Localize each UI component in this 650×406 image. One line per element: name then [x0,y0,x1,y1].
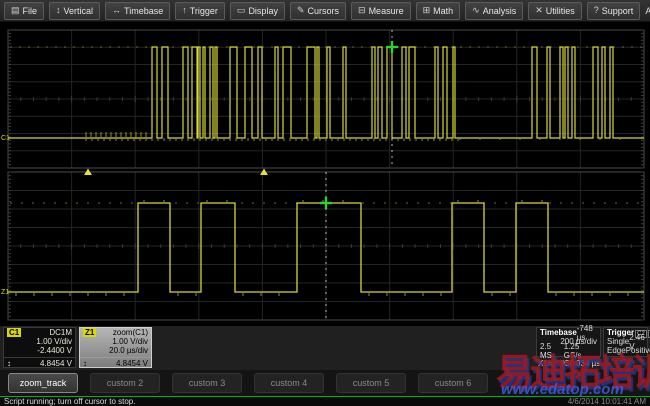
support-icon: ? [593,5,599,15]
timebase-descriptor[interactable]: Timebase -748 µs 200 µs/div 2.5 MS 1.25 … [536,324,601,360]
trigger-mode: Single [607,337,630,346]
file-icon: ▤ [11,5,20,15]
menu-bar: ▤ File ↕ Vertical ↔ Timebase ↑ Trigger ▭ Display ✎… [0,0,650,22]
timebase-rate: 1.25 GS/s [563,341,582,360]
scope-grids: C1 Z1 [1,29,645,321]
timebase-title: Timebase [540,328,577,337]
c1-tab: C1 [7,328,22,337]
cursors-icon: ✎ [296,5,305,15]
menu-label: Trigger [189,5,218,16]
status-message: Script running; turn off cursor to stop. [4,397,136,406]
bottom-tabs-bar: zoom_track custom 2 custom 3 custom 4 custom… [0,370,650,396]
timebase-samples: 2.5 MS [540,341,552,360]
menubar-right: Autoset Undo ↶ [645,1,650,21]
descriptor-bar: C1 DC1M 1.00 V/div -2.4400 V ↕ 4.8454 V … [0,324,650,370]
analysis-icon: ∿ [472,5,480,15]
tab-custom-2[interactable]: custom 2 [90,373,160,393]
menu-label: Cursors [307,5,340,16]
measure-icon: ⊟ [358,5,366,15]
menu-measure-button[interactable]: ⊟ Measure [351,1,411,20]
trigger-slope: Positive [625,346,650,355]
c1-offset: -2.4400 V [37,346,72,355]
menu-timebase-button[interactable]: ↔ Timebase [105,1,171,20]
trigger-descriptor[interactable]: Trigger C2DC Single 2.46 V Edge Positive [603,327,650,357]
z1-vdiv: 1.00 V/div [112,337,148,346]
display-icon: ▭ [236,5,246,15]
menu-label: File [22,5,38,16]
menu-support-button[interactable]: ? Support [586,1,641,20]
status-bar: Script running; turn off cursor to stop.… [0,396,650,406]
tab-custom-3[interactable]: custom 3 [172,373,242,393]
status-timestamp: 4/6/2014 10:01:41 AM [567,397,646,406]
tab-zoom_track[interactable]: zoom_track [8,373,78,393]
math-icon: ⊞ [422,5,431,15]
menu-label: Vertical [63,5,94,16]
tab-custom-5[interactable]: custom 5 [336,373,406,393]
waveform-display[interactable]: C1 Z1 [0,22,650,326]
menu-display-button[interactable]: ▭ Display [229,1,285,20]
menu-label: Analysis [482,5,517,16]
menu-label: Measure [368,5,404,16]
menu-vertical-button[interactable]: ↕ Vertical [49,1,101,20]
oscilloscope-app-window: ▤ File ↕ Vertical ↔ Timebase ↑ Trigger ▭ Display ✎… [0,0,650,406]
menu-math-button[interactable]: ⊞ Math [415,1,461,20]
grid-channel-label: Z1 [1,289,9,296]
menu-trigger-button[interactable]: ↑ Trigger [175,1,225,20]
vertical-icon: ↕ [56,5,61,15]
x1-cursor-readout: X1= 950.034 µs [538,359,600,368]
x1-label: X1= [538,359,553,368]
menu-label: Utilities [545,5,575,16]
tab-custom-4[interactable]: custom 4 [254,373,324,393]
c1-cursor-icon: ↕ [7,359,11,368]
z1-cursor-readout: 4.8454 V [115,359,148,368]
z1-tab: Z1 [83,328,97,337]
c1-coupling: DC1M [49,328,72,337]
utilities-icon: ✕ [535,5,543,15]
c1-vdiv: 1.00 V/div [36,337,72,346]
z1-cursor-icon: ↕ [83,359,87,368]
menu-label: Timebase [124,5,164,16]
tab-custom-6[interactable]: custom 6 [418,373,488,393]
menu-file-button[interactable]: ▤ File [4,1,45,20]
z1-tdiv: 20.0 µs/div [109,346,148,355]
channel-c1-descriptor[interactable]: C1 DC1M 1.00 V/div -2.4400 V ↕ 4.8454 V [3,327,76,368]
menu-items: ▤ File ↕ Vertical ↔ Timebase ↑ Trigger ▭ Display ✎… [4,1,645,20]
trigger-icon: ↑ [182,5,187,15]
menu-label: Display [248,5,278,16]
trigger-type: Edge [607,346,626,355]
zoom-z1-descriptor[interactable]: Z1 zoom(C1) 1.00 V/div 20.0 µs/div ↕ 4.8… [79,327,152,368]
menu-cursors-button[interactable]: ✎ Cursors [289,1,347,20]
timebase-icon: ↔ [112,5,122,15]
menu-utilities-button[interactable]: ✕ Utilities [528,1,582,20]
menu-label: Support [601,5,634,16]
grid-channel-label: C1 [1,135,10,142]
menu-label: Math [433,5,454,16]
z1-source: zoom(C1) [112,328,148,337]
menu-analysis-button[interactable]: ∿ Analysis [465,1,524,20]
autoset-button[interactable]: Autoset [645,6,650,16]
c1-cursor-readout: 4.8454 V [39,359,72,368]
x1-value: 950.034 µs [560,359,601,368]
